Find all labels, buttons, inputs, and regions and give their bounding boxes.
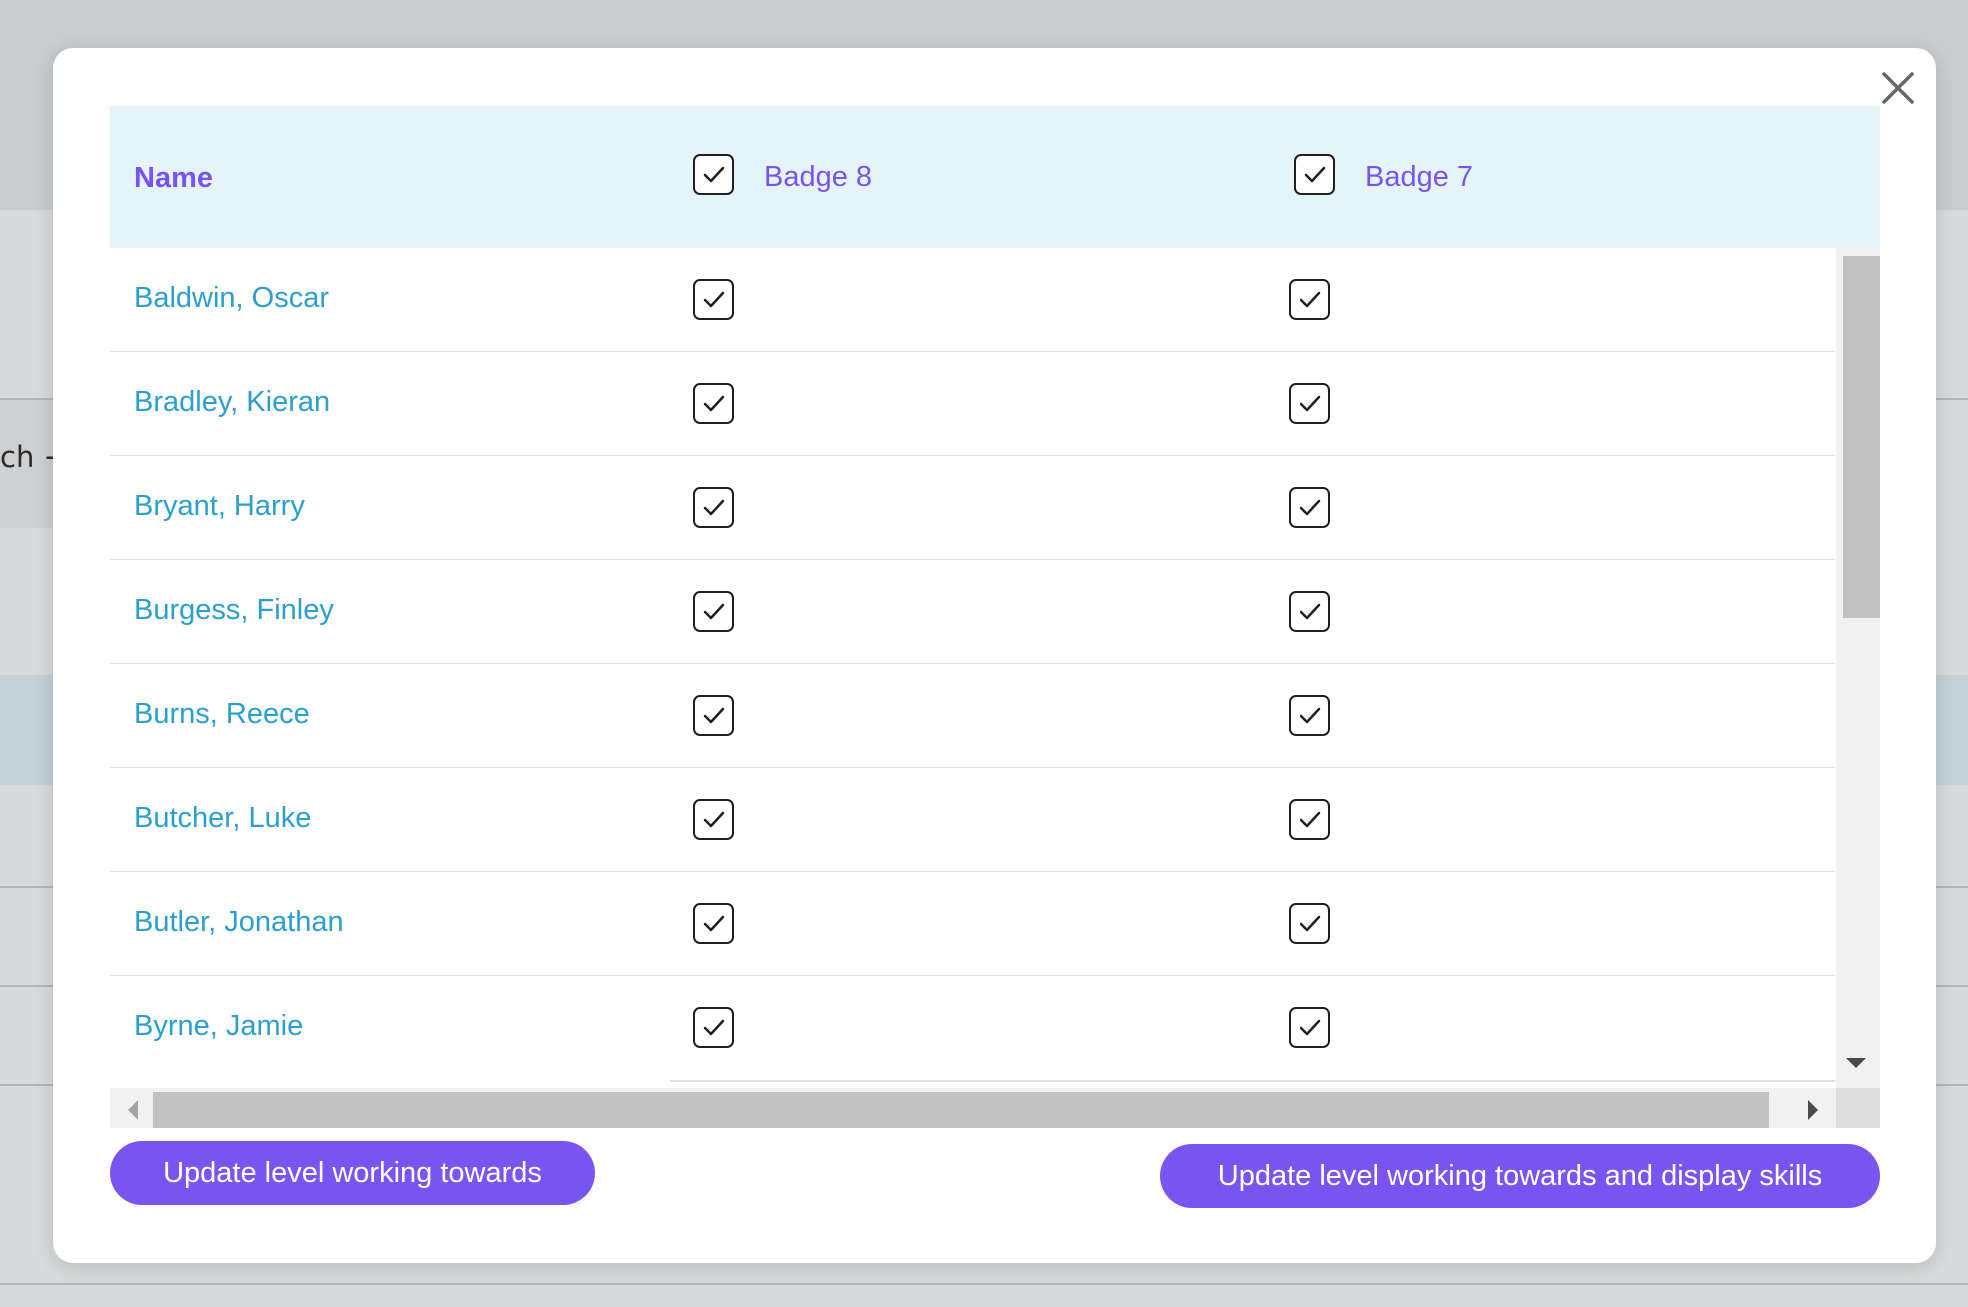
badge-7-checkbox[interactable] — [1289, 903, 1330, 944]
checkmark-icon — [1299, 291, 1320, 307]
checkmark-icon — [703, 395, 724, 411]
grid-header: Name Badge 8 Badge 7 — [110, 106, 1880, 248]
checkmark-icon — [1304, 166, 1325, 182]
checkmark-icon — [1299, 915, 1320, 931]
checkmark-icon — [1299, 1019, 1320, 1035]
checkmark-icon — [1299, 499, 1320, 515]
column-header-label: Badge 7 — [1365, 161, 1474, 193]
badge-7-checkbox[interactable] — [1289, 1007, 1330, 1048]
pupil-name-link[interactable]: Bryant, Harry — [134, 490, 305, 523]
badge-7-checkbox[interactable] — [1289, 487, 1330, 528]
background-divider — [0, 1283, 1968, 1285]
vertical-scrollbar[interactable] — [1836, 248, 1880, 1088]
badge-7-checkbox[interactable] — [1289, 695, 1330, 736]
table-row: Bryant, Harry — [110, 456, 1835, 560]
pupil-name-link[interactable]: Butcher, Luke — [134, 802, 311, 835]
checkmark-icon — [703, 811, 724, 827]
scroll-right-arrow-icon[interactable] — [1808, 1100, 1818, 1120]
pupil-name-link[interactable]: Burns, Reece — [134, 698, 310, 731]
grid-body: Baldwin, Oscar Bradley, Kieran Bryant, Har… — [110, 248, 1835, 1082]
table-row: Burgess, Finley — [110, 560, 1835, 664]
checkmark-icon — [1299, 395, 1320, 411]
horizontal-scrollbar-thumb[interactable] — [153, 1092, 1769, 1128]
close-button[interactable] — [1876, 66, 1920, 110]
select-all-badge-7-checkbox[interactable] — [1294, 154, 1335, 195]
table-row: Baldwin, Oscar — [110, 248, 1835, 352]
badge-8-checkbox[interactable] — [693, 903, 734, 944]
badge-7-checkbox[interactable] — [1289, 591, 1330, 632]
pupil-name-link[interactable]: Baldwin, Oscar — [134, 282, 329, 315]
badge-7-checkbox[interactable] — [1289, 799, 1330, 840]
checkmark-icon — [703, 291, 724, 307]
badge-8-checkbox[interactable] — [693, 279, 734, 320]
checkmark-icon — [1299, 603, 1320, 619]
checkmark-icon — [1299, 707, 1320, 723]
badge-8-checkbox[interactable] — [693, 695, 734, 736]
badge-8-checkbox[interactable] — [693, 591, 734, 632]
checkmark-icon — [703, 1019, 724, 1035]
badge-8-checkbox[interactable] — [693, 1007, 734, 1048]
column-header-badge-7: Badge 7 — [1294, 154, 1473, 195]
pupil-name-link[interactable]: Burgess, Finley — [134, 594, 334, 627]
table-row: Byrne, Jamie — [110, 976, 1835, 1082]
horizontal-scrollbar[interactable] — [110, 1088, 1836, 1128]
badge-7-checkbox[interactable] — [1289, 279, 1330, 320]
scroll-down-arrow-icon[interactable] — [1846, 1058, 1866, 1068]
table-row: Bradley, Kieran — [110, 352, 1835, 456]
column-header-badge-8: Badge 8 — [693, 154, 872, 195]
badge-grid: Name Badge 8 Badge 7 Baldwin, Oscar Bradl… — [110, 106, 1880, 1128]
checkmark-icon — [703, 603, 724, 619]
close-icon — [1882, 72, 1914, 104]
checkmark-icon — [703, 166, 724, 182]
pupil-name-link[interactable]: Butler, Jonathan — [134, 906, 344, 939]
column-header-label: Badge 8 — [764, 161, 873, 193]
badge-7-checkbox[interactable] — [1289, 383, 1330, 424]
select-all-badge-8-checkbox[interactable] — [693, 154, 734, 195]
checkmark-icon — [703, 915, 724, 931]
badge-8-checkbox[interactable] — [693, 487, 734, 528]
pupil-name-link[interactable]: Byrne, Jamie — [134, 1010, 303, 1043]
scroll-left-arrow-icon[interactable] — [128, 1100, 138, 1120]
checkmark-icon — [703, 499, 724, 515]
badge-8-checkbox[interactable] — [693, 383, 734, 424]
checkmark-icon — [1299, 811, 1320, 827]
checkmark-icon — [703, 707, 724, 723]
update-level-and-display-skills-button[interactable]: Update level working towards and display… — [1160, 1144, 1880, 1208]
vertical-scrollbar-thumb[interactable] — [1843, 256, 1880, 618]
badge-8-checkbox[interactable] — [693, 799, 734, 840]
update-level-button[interactable]: Update level working towards — [110, 1141, 595, 1205]
table-row: Burns, Reece — [110, 664, 1835, 768]
table-row: Butler, Jonathan — [110, 872, 1835, 976]
table-row: Butcher, Luke — [110, 768, 1835, 872]
scrollbar-corner — [1836, 1088, 1880, 1128]
column-header-name[interactable]: Name — [134, 162, 213, 195]
pupil-name-link[interactable]: Bradley, Kieran — [134, 386, 330, 419]
